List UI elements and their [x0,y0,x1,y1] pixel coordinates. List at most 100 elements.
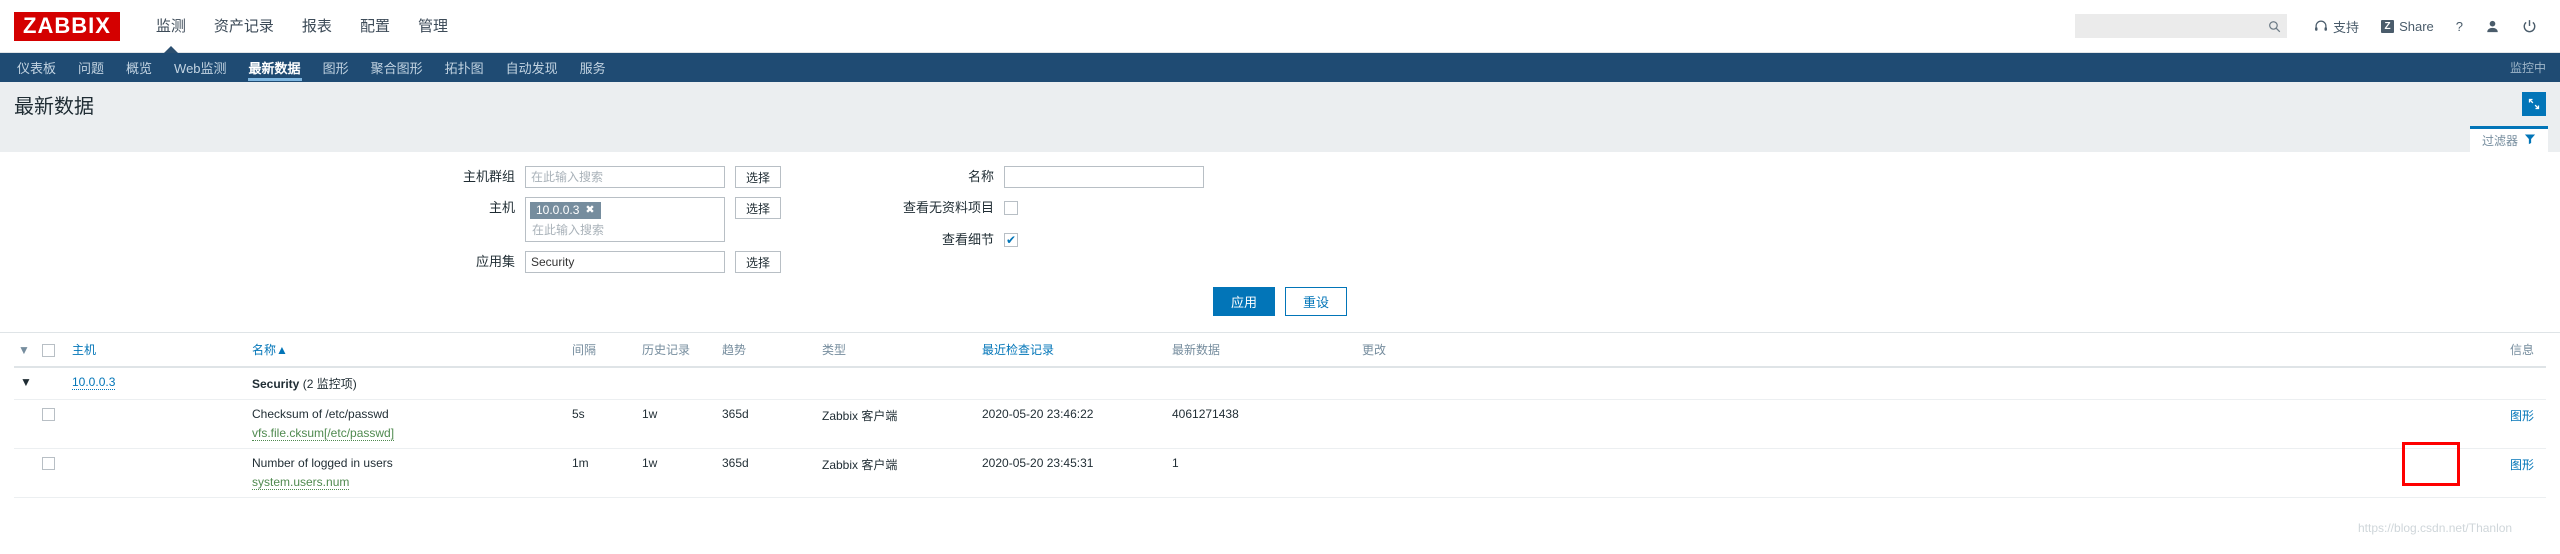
funnel-icon [2524,133,2536,148]
mainnav-item-configuration[interactable]: 配置 [346,0,404,53]
subnav-item-overview[interactable]: 概览 [115,53,163,82]
power-icon [2522,19,2537,34]
name-field [1004,166,1205,188]
kiosk-mode-button[interactable] [2522,92,2546,116]
row-checkbox[interactable] [42,457,55,471]
col-name-link[interactable]: 名称 [252,343,276,357]
col-interval: 间隔 [568,333,638,368]
subnav-item-problems[interactable]: 问题 [67,53,115,82]
group-host-cell: 10.0.0.3 [68,367,248,400]
show-without-data-label: 查看无资料项目 [903,200,995,215]
filter-tab[interactable]: 过滤器 [2469,126,2548,152]
check-icon: ✔ [1005,233,1017,247]
subnav-item-services[interactable]: 服务 [569,53,617,82]
col-last-check: 最近检查记录 [978,333,1168,368]
row-checkbox-cell [38,448,68,498]
support-label: 支持 [2333,19,2360,35]
application-select-button[interactable]: 选择 [735,251,782,273]
filter-left-column: 主机群组 选择 主机 10.0.0.3 ✖ 选择 应用集 [463,166,785,273]
show-without-data-checkbox[interactable] [1004,201,1019,215]
host-input[interactable] [530,222,720,238]
page-header: 最新数据 [0,82,2560,126]
user-profile-link[interactable] [2474,19,2511,34]
item-key[interactable]: system.users.num [252,475,350,490]
row-history: 1w [638,448,718,498]
subnav-item-web-monitoring[interactable]: Web监测 [163,53,238,82]
col-host: 主机 [68,333,248,368]
row-name-cell: Number of logged in users system.users.n… [248,448,568,498]
sign-out-link[interactable] [2511,19,2548,34]
row-host-cell [68,448,248,498]
col-history: 历史记录 [638,333,718,368]
search-icon[interactable] [2268,20,2281,33]
col-last-value: 最新数据 [1168,333,1358,368]
reset-button[interactable]: 重设 [1285,287,1348,316]
group-checkbox-cell [38,367,68,400]
subnav-item-dashboard[interactable]: 仪表板 [6,53,67,82]
col-type: 类型 [818,333,978,368]
graph-link[interactable]: 图形 [2510,409,2534,423]
host-select-button[interactable]: 选择 [735,197,782,219]
apply-button[interactable]: 应用 [1212,287,1275,316]
row-change [1358,448,1538,498]
secondary-navigation: 仪表板 问题 概览 Web监测 最新数据 图形 聚合图形 拓扑图 自动发现 服务… [0,53,2560,82]
graph-link[interactable]: 图形 [2510,458,2534,472]
row-checkbox-cell [38,399,68,449]
row-last-check: 2020-05-20 23:46:22 [978,399,1168,449]
application-name: Security [252,377,300,391]
show-details-checkbox[interactable]: ✔ [1004,233,1019,247]
subnav-item-maps[interactable]: 拓扑图 [434,53,495,82]
name-input[interactable] [1004,166,1205,188]
application-item-count: (2 监控项) [302,377,357,391]
table-row: Number of logged in users system.users.n… [14,448,2546,498]
row-trends: 365d [718,448,818,498]
row-checkbox[interactable] [42,408,55,422]
row-interval: 5s [568,399,638,449]
row-last-value: 4061271438 [1168,399,1358,449]
headset-icon [2314,19,2328,33]
row-host-cell [68,399,248,449]
mainnav-item-monitoring[interactable]: 监测 [142,0,200,54]
host-label: 主机 [488,200,515,215]
hostgroup-select-button[interactable]: 选择 [735,166,782,188]
host-link[interactable]: 10.0.0.3 [72,375,116,390]
collapse-all-toggle[interactable]: ▼ [14,333,38,368]
col-host-link[interactable]: 主机 [72,343,96,357]
filter-tab-strip: 过滤器 [0,126,2560,152]
filter-tab-label: 过滤器 [2481,134,2518,148]
zabbix-logo[interactable]: ZABBIX [14,11,120,41]
mainnav-item-reports[interactable]: 报表 [288,0,346,53]
row-spacer-cell [14,399,38,449]
name-label: 名称 [968,169,995,184]
row-graph-cell: 图形 [1538,448,2546,498]
host-multiselect[interactable]: 10.0.0.3 ✖ [525,197,725,242]
filter-form: 主机群组 选择 主机 10.0.0.3 ✖ 选择 应用集 [0,152,2560,333]
filter-actions: 应用 重设 [0,273,2560,320]
col-info: 信息 [1538,333,2546,368]
subnav-item-graphs[interactable]: 图形 [312,53,360,82]
hostgroup-input[interactable] [525,166,725,188]
item-key[interactable]: vfs.file.cksum[/etc/passwd] [252,426,395,441]
subnav-item-discovery[interactable]: 自动发现 [495,53,569,82]
select-all-checkbox[interactable] [42,343,55,357]
row-trends: 365d [718,399,818,449]
group-collapse-toggle[interactable]: ▼ [14,367,38,400]
search-input[interactable] [2083,18,2269,34]
hostgroup-field [525,166,725,188]
application-input[interactable] [525,251,725,273]
support-link[interactable]: 支持 [2303,17,2370,36]
mainnav-item-administration[interactable]: 管理 [404,0,462,53]
host-chip-remove-icon[interactable]: ✖ [585,203,594,217]
main-navigation: 监测 资产记录 报表 配置 管理 [142,0,462,54]
row-spacer-cell [14,448,38,498]
subnav-item-screens[interactable]: 聚合图形 [360,53,434,82]
host-chip: 10.0.0.3 ✖ [530,202,601,219]
global-search[interactable] [2075,14,2288,38]
mainnav-item-inventory[interactable]: 资产记录 [200,0,288,53]
col-last-check-link[interactable]: 最近检查记录 [982,343,1054,357]
help-link[interactable]: ? [2445,19,2474,34]
subnav-item-latest-data[interactable]: 最新数据 [238,53,312,82]
share-link[interactable]: Z Share [2370,19,2445,34]
row-last-check: 2020-05-20 23:45:31 [978,448,1168,498]
watermark: https://blog.csdn.net/Thanlon [2358,521,2513,535]
